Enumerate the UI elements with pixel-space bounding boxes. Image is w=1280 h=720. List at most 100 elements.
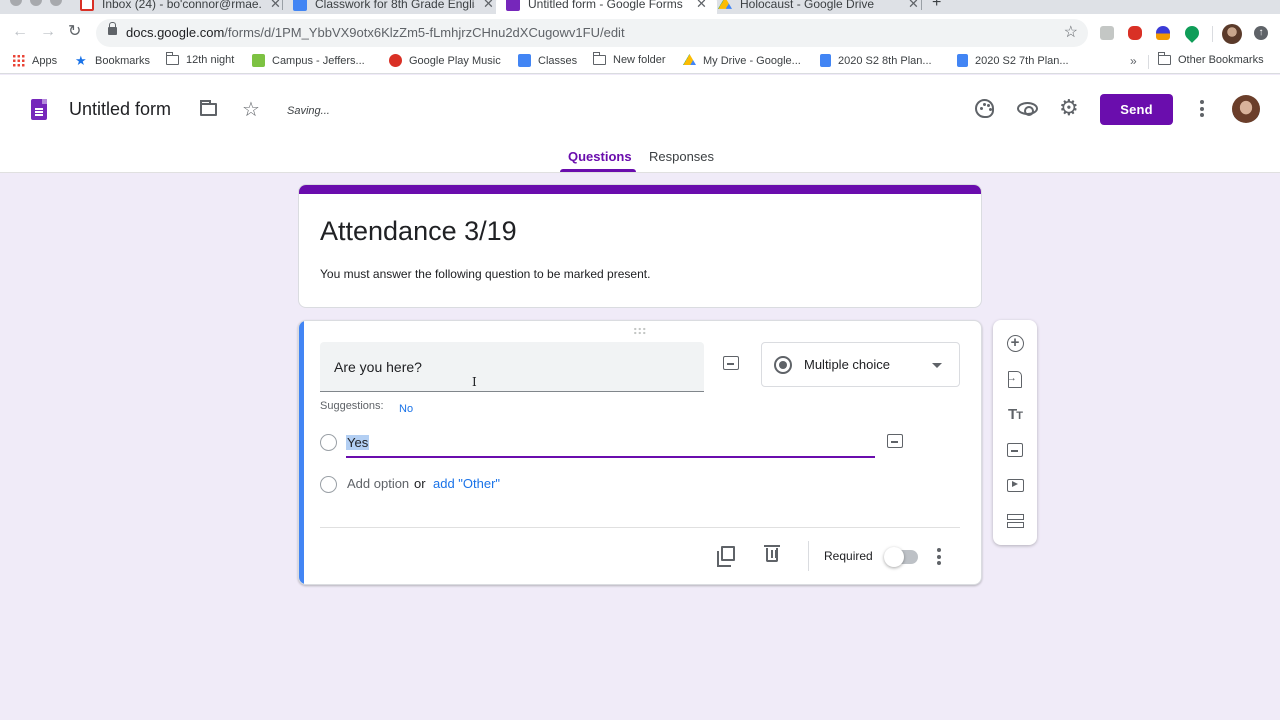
bookmark-label: Bookmarks xyxy=(95,54,151,67)
apps-icon xyxy=(12,54,25,67)
back-button[interactable]: ← xyxy=(12,24,28,40)
bookmark-7th-plan[interactable]: 2020 S2 7th Plan... xyxy=(957,54,1069,67)
theme-color-bar xyxy=(299,185,981,194)
drive-icon xyxy=(718,0,732,9)
palette-icon[interactable] xyxy=(975,99,994,118)
browser-tab-drive[interactable]: Holocaust - Google Drive ✕ xyxy=(708,0,929,14)
bookmark-new-folder[interactable]: New folder xyxy=(593,52,666,66)
import-questions-button[interactable]: → xyxy=(1005,369,1025,389)
save-status: Saving... xyxy=(287,105,330,117)
bookmark-label: 2020 S2 7th Plan... xyxy=(975,54,1069,67)
headphones-extension-icon[interactable] xyxy=(1156,26,1170,40)
bookmark-play-music[interactable]: Google Play Music xyxy=(389,54,501,67)
browser-tab-strip: Inbox (24) - bo'connor@rmae.c ✕ Classwor… xyxy=(0,0,1280,14)
tab-close-icon[interactable]: ✕ xyxy=(908,0,919,12)
bookmark-apps[interactable]: Apps xyxy=(12,54,57,67)
bookmark-label: 12th night xyxy=(186,54,235,66)
tab-title: Classwork for 8th Grade Englis xyxy=(315,0,475,11)
bookmark-star-icon[interactable]: ☆ xyxy=(1064,22,1078,42)
section-icon xyxy=(1006,513,1024,529)
tab-title: Holocaust - Google Drive xyxy=(740,0,875,11)
tab-close-icon[interactable]: ✕ xyxy=(483,0,494,12)
bookmark-8th-plan[interactable]: 2020 S2 8th Plan... xyxy=(820,54,932,67)
url-host: docs.google.com xyxy=(126,25,225,40)
bookmark-campus[interactable]: Campus - Jeffers... xyxy=(252,54,365,67)
form-description[interactable]: You must answer the following question t… xyxy=(320,267,650,281)
form-title[interactable]: Attendance 3/19 xyxy=(320,216,517,247)
add-section-button[interactable] xyxy=(1005,511,1025,531)
browser-tab-gmail[interactable]: Inbox (24) - bo'connor@rmae.c ✕ xyxy=(70,0,291,14)
forms-icon xyxy=(506,0,520,11)
chrome-profile-avatar[interactable] xyxy=(1222,24,1242,44)
form-title-card[interactable]: Attendance 3/19 You must answer the foll… xyxy=(298,184,982,308)
move-to-folder-icon[interactable] xyxy=(200,100,217,116)
bookmarks-overflow-button[interactable]: » xyxy=(1130,54,1137,68)
more-options-icon[interactable] xyxy=(1200,100,1204,120)
tab-responses[interactable]: Responses xyxy=(649,149,714,164)
url-path: /forms/d/1PM_YbbVX9otx6KlzZm5-fLmhjrzCHn… xyxy=(224,25,625,40)
delete-trash-icon[interactable] xyxy=(764,545,780,562)
duplicate-icon[interactable] xyxy=(717,546,735,567)
question-type-dropdown[interactable]: Multiple choice xyxy=(761,342,960,387)
question-input[interactable]: Are you here? I xyxy=(320,342,704,392)
bookmark-label: Apps xyxy=(32,54,58,67)
tab-close-icon[interactable]: ✕ xyxy=(696,0,707,12)
document-title[interactable]: Untitled form xyxy=(69,99,171,120)
add-image-icon[interactable] xyxy=(723,356,739,370)
send-button[interactable]: Send xyxy=(1100,94,1173,125)
text-cursor-icon: I xyxy=(472,375,477,389)
bookmark-12th-night[interactable]: 12th night xyxy=(166,52,235,66)
add-video-button[interactable] xyxy=(1005,475,1025,495)
bookmark-other-bookmarks[interactable]: Other Bookmarks xyxy=(1158,52,1264,66)
question-text: Are you here? xyxy=(334,359,422,375)
window-close-button[interactable] xyxy=(10,0,22,6)
radio-button-icon xyxy=(774,356,792,374)
url-text[interactable]: docs.google.com/forms/d/1PM_YbbVX9otx6Kl… xyxy=(126,25,625,40)
add-other-link[interactable]: add "Other" xyxy=(433,476,500,491)
browser-tab-forms[interactable]: Untitled form - Google Forms ✕ xyxy=(496,0,717,14)
add-image-button[interactable] xyxy=(1005,440,1025,460)
address-bar[interactable]: docs.google.com/forms/d/1PM_YbbVX9otx6Kl… xyxy=(96,19,1088,47)
question-more-options-icon[interactable] xyxy=(937,548,941,568)
required-toggle[interactable] xyxy=(884,547,918,567)
browser-tab-classroom[interactable]: Classwork for 8th Grade Englis ✕ xyxy=(283,0,504,14)
option-text-selected: Yes xyxy=(346,435,370,450)
question-card[interactable]: Are you here? I Multiple choice Suggesti… xyxy=(298,320,982,585)
campus-icon xyxy=(252,54,265,67)
active-tab-indicator xyxy=(560,169,636,172)
active-card-indicator xyxy=(299,321,304,584)
bookmark-bookmarks[interactable]: ★ Bookmarks xyxy=(75,54,150,67)
tab-close-icon[interactable]: ✕ xyxy=(270,0,281,12)
green-extension-icon[interactable] xyxy=(1182,23,1202,43)
settings-gear-icon[interactable]: ⚙ xyxy=(1059,97,1079,119)
window-zoom-button[interactable] xyxy=(50,0,62,6)
drive-icon xyxy=(683,54,696,66)
bookmarks-separator xyxy=(1148,55,1149,69)
extension-icon[interactable] xyxy=(1100,26,1114,40)
window-minimize-button[interactable] xyxy=(30,0,42,6)
suggestion-chip-no[interactable]: No xyxy=(399,403,413,415)
add-question-button[interactable]: + xyxy=(1005,333,1025,353)
bookmark-my-drive[interactable]: My Drive - Google... xyxy=(683,54,801,67)
add-option-button[interactable]: Add option xyxy=(347,476,409,491)
new-tab-button[interactable]: + xyxy=(932,0,941,12)
drag-handle[interactable] xyxy=(633,327,647,335)
forward-button[interactable]: → xyxy=(40,24,56,40)
tab-title: Untitled form - Google Forms xyxy=(528,0,683,11)
preview-eye-icon[interactable] xyxy=(1017,102,1038,116)
folder-icon xyxy=(166,52,179,65)
option-input[interactable]: Yes xyxy=(346,432,875,458)
update-icon[interactable]: ↑ xyxy=(1254,26,1268,40)
google-forms-logo[interactable] xyxy=(31,99,47,120)
star-icon[interactable]: ☆ xyxy=(242,97,260,122)
tab-questions[interactable]: Questions xyxy=(568,149,632,164)
reload-button[interactable]: ↻ xyxy=(68,24,81,40)
image-icon xyxy=(1007,443,1023,457)
play-music-icon xyxy=(389,54,402,67)
adblock-extension-icon[interactable] xyxy=(1128,26,1142,40)
option-add-image-icon[interactable] xyxy=(887,434,903,448)
bookmark-classes[interactable]: Classes xyxy=(518,54,577,67)
user-avatar[interactable] xyxy=(1232,95,1260,123)
add-title-description-button[interactable]: TT xyxy=(1005,404,1025,424)
bookmark-label: Other Bookmarks xyxy=(1178,54,1264,66)
